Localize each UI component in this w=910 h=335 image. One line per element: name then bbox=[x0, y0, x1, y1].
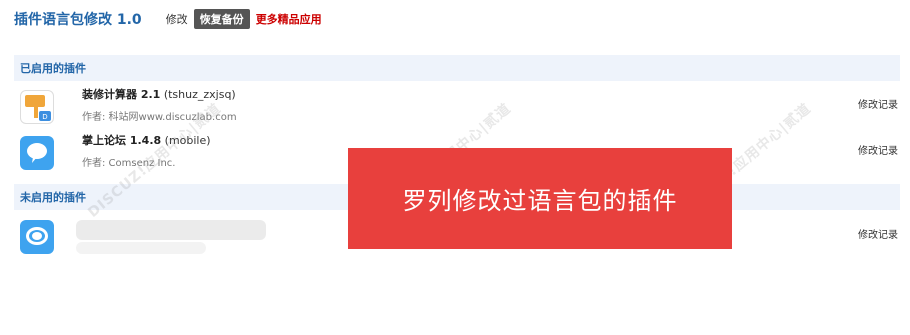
calculator-plugin-icon: D bbox=[20, 90, 54, 124]
plugin-row-zxjsq: D 装修计算器 2.1 (tshuz_zxjsq) 作者: 科站网www.dis… bbox=[14, 84, 900, 130]
chat-bubble-plugin-icon bbox=[20, 136, 54, 170]
page-title: 插件语言包修改 1.0 bbox=[14, 12, 142, 28]
annotation-banner: 罗列修改过语言包的插件 bbox=[348, 148, 732, 249]
change-log-link[interactable]: 修改记录 bbox=[858, 226, 898, 241]
blurred-plugin-author bbox=[76, 242, 206, 254]
svg-text:D: D bbox=[42, 113, 47, 121]
speech-bubble-plugin-icon bbox=[20, 220, 54, 254]
change-log-link[interactable]: 修改记录 bbox=[858, 142, 898, 157]
edit-link[interactable]: 修改 bbox=[166, 11, 188, 27]
restore-backup-button[interactable]: 恢复备份 bbox=[193, 9, 250, 29]
change-log-link[interactable]: 修改记录 bbox=[858, 96, 898, 111]
blurred-plugin-name bbox=[76, 220, 266, 240]
more-apps-link[interactable]: 更多精品应用 bbox=[256, 11, 322, 27]
enabled-plugins-header: 已启用的插件 bbox=[14, 55, 900, 81]
top-bar: 插件语言包修改 1.0 修改 恢复备份 更多精品应用 bbox=[14, 8, 322, 30]
